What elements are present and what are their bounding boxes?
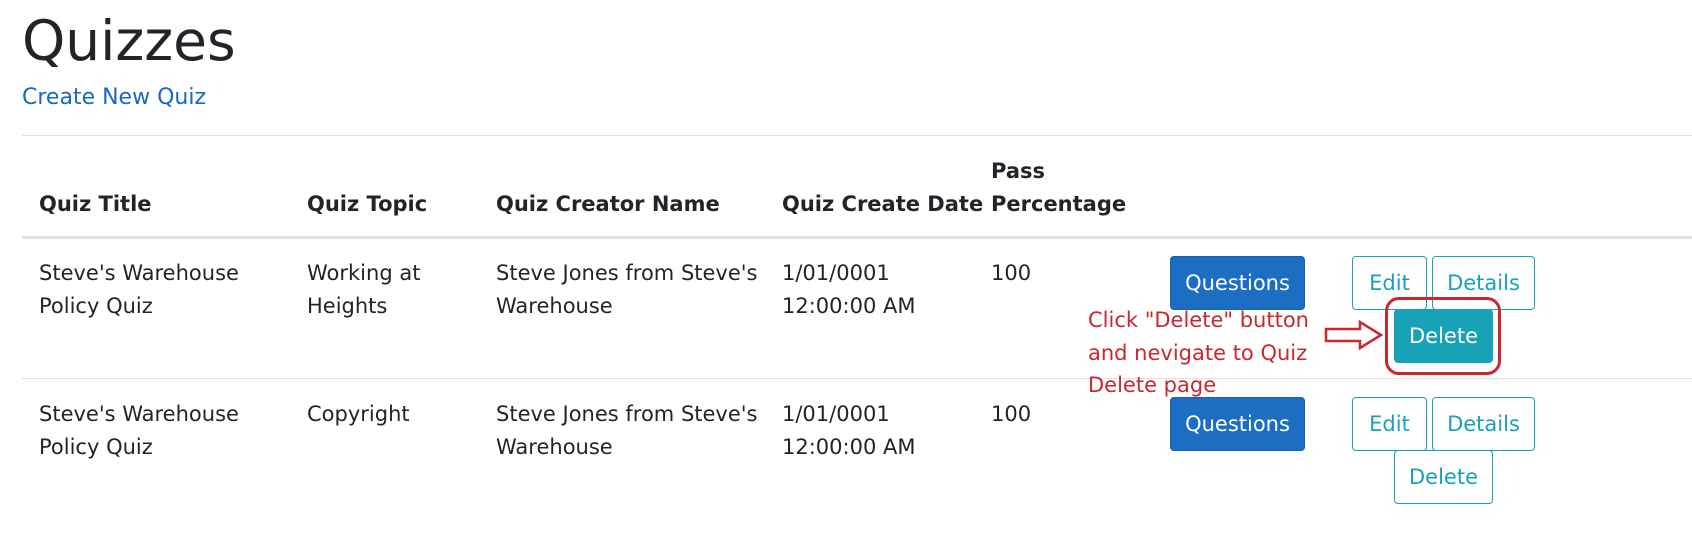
quiz-create-date-cell: 1/01/0001 12:00:00 AM bbox=[782, 398, 915, 464]
quiz-title-line1: Steve's Warehouse bbox=[39, 261, 239, 285]
edit-button[interactable]: Edit bbox=[1352, 397, 1427, 451]
annotation-callout: Click "Delete" button and nevigate to Qu… bbox=[1088, 304, 1328, 402]
column-header-quiz-creator-name: Quiz Creator Name bbox=[496, 192, 720, 216]
pass-percentage-cell: 100 bbox=[991, 261, 1032, 285]
annotation-line2: and nevigate to Quiz bbox=[1088, 340, 1308, 365]
quiz-creator-line1: Steve Jones from Steve's bbox=[496, 402, 758, 426]
page-title: Quizzes bbox=[22, 9, 236, 73]
quiz-topic-line2: Heights bbox=[307, 294, 388, 318]
quiz-creator-line2: Warehouse bbox=[496, 294, 613, 318]
quiz-create-date-line2: 12:00:00 AM bbox=[782, 294, 916, 318]
quiz-title-line2: Policy Quiz bbox=[39, 294, 153, 318]
column-header-pass-percentage: Pass Percentage bbox=[991, 155, 1126, 221]
annotation-line1: Click "Delete" button bbox=[1088, 308, 1309, 332]
table-header-rule bbox=[22, 236, 1692, 239]
column-header-quiz-topic: Quiz Topic bbox=[307, 192, 428, 216]
quiz-topic-cell: Working at Heights bbox=[307, 257, 420, 323]
column-header-pass-line1: Pass bbox=[991, 159, 1045, 183]
quiz-create-date-line1: 1/01/0001 bbox=[782, 261, 890, 285]
quiz-creator-cell: Steve Jones from Steve's Warehouse bbox=[496, 398, 758, 464]
create-new-quiz-link[interactable]: Create New Quiz bbox=[22, 84, 206, 112]
quiz-creator-line1: Steve Jones from Steve's bbox=[496, 261, 758, 285]
quiz-title-line2: Policy Quiz bbox=[39, 435, 153, 459]
column-header-quiz-create-date: Quiz Create Date bbox=[782, 192, 984, 216]
quiz-title-cell: Steve's Warehouse Policy Quiz bbox=[39, 257, 239, 323]
row-divider bbox=[22, 378, 1692, 379]
quiz-title-cell: Steve's Warehouse Policy Quiz bbox=[39, 398, 239, 464]
column-header-pass-line2: Percentage bbox=[991, 192, 1127, 216]
column-header-quiz-title: Quiz Title bbox=[39, 192, 152, 216]
quiz-title-line1: Steve's Warehouse bbox=[39, 402, 239, 426]
annotation-arrow-icon bbox=[1324, 320, 1384, 350]
annotation-line3: Delete page bbox=[1088, 373, 1217, 397]
annotation-highlight-ring bbox=[1385, 297, 1501, 375]
delete-button[interactable]: Delete bbox=[1394, 450, 1493, 504]
quiz-create-date-line1: 1/01/0001 bbox=[782, 402, 890, 426]
pass-percentage-cell: 100 bbox=[991, 402, 1032, 426]
quiz-topic-cell: Copyright bbox=[307, 398, 410, 431]
header-divider bbox=[22, 135, 1692, 136]
quiz-create-date-cell: 1/01/0001 12:00:00 AM bbox=[782, 257, 915, 323]
questions-button[interactable]: Questions bbox=[1170, 256, 1305, 310]
details-button[interactable]: Details bbox=[1432, 397, 1535, 451]
questions-button[interactable]: Questions bbox=[1170, 397, 1305, 451]
quiz-creator-line2: Warehouse bbox=[496, 435, 613, 459]
quiz-topic-line1: Working at bbox=[307, 261, 421, 285]
quiz-creator-cell: Steve Jones from Steve's Warehouse bbox=[496, 257, 758, 323]
quiz-topic-line1: Copyright bbox=[307, 402, 410, 426]
quiz-create-date-line2: 12:00:00 AM bbox=[782, 435, 916, 459]
